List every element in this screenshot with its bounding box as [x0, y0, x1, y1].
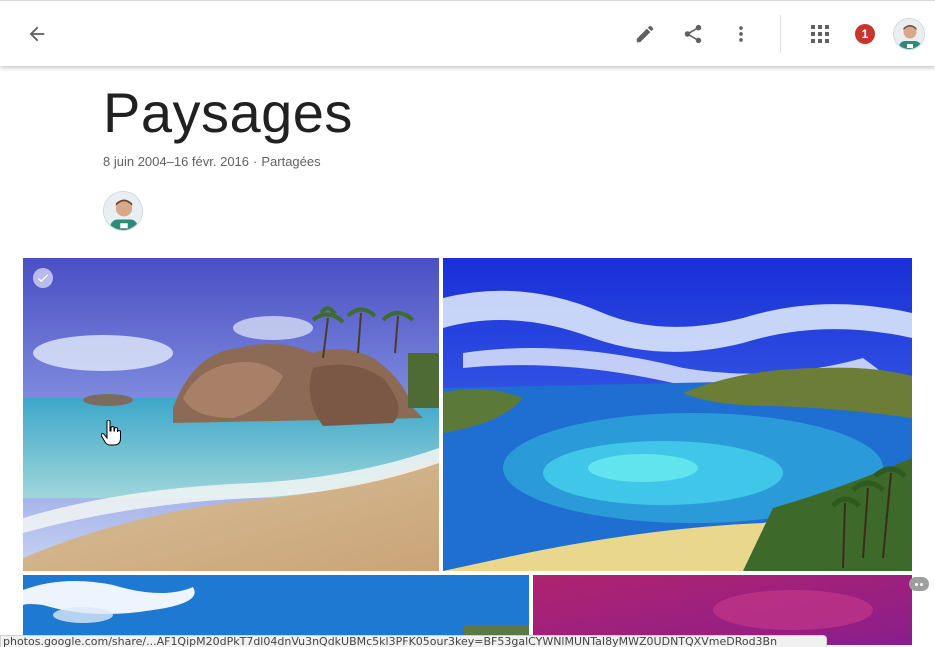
- top-app-bar: 1: [0, 0, 935, 66]
- photo-image: [443, 258, 912, 571]
- pencil-icon: [636, 25, 654, 43]
- album-title: Paysages: [103, 81, 353, 144]
- share-icon: [684, 24, 702, 44]
- apps-button[interactable]: [804, 18, 836, 50]
- more-options-button[interactable]: [725, 18, 757, 50]
- album-owner-avatar[interactable]: [103, 191, 143, 231]
- notifications-badge[interactable]: 1: [855, 24, 875, 44]
- share-button[interactable]: [677, 18, 709, 50]
- user-avatar-icon: [894, 19, 924, 49]
- more-icon[interactable]: [909, 577, 929, 591]
- album-sharing-status[interactable]: Partagées: [261, 154, 320, 169]
- more-vert-icon: [739, 26, 743, 42]
- photo-beach-boulders[interactable]: [23, 258, 439, 571]
- check-icon: [37, 274, 49, 283]
- photo-bay-lagoon[interactable]: [443, 258, 912, 571]
- meta-separator: ·: [253, 154, 258, 169]
- notification-count: 1: [861, 27, 869, 41]
- back-button[interactable]: [21, 18, 53, 50]
- select-photo-checkbox[interactable]: [33, 268, 53, 288]
- album-meta: 8 juin 2004–16 févr. 2016 · Partagées: [103, 154, 321, 170]
- apps-grid-icon: [811, 25, 829, 43]
- arrow-back-icon: [29, 26, 45, 42]
- account-avatar[interactable]: [893, 18, 925, 50]
- edit-button[interactable]: [629, 18, 661, 50]
- status-bar-url: photos.google.com/share/...AF1QipM20dPkT…: [0, 635, 827, 647]
- user-avatar-icon: [104, 192, 142, 230]
- toolbar-divider: [780, 15, 781, 53]
- hand-pointer-cursor-icon: [101, 420, 121, 446]
- photo-image: [23, 258, 439, 571]
- album-date-range: 8 juin 2004–16 févr. 2016: [103, 154, 250, 169]
